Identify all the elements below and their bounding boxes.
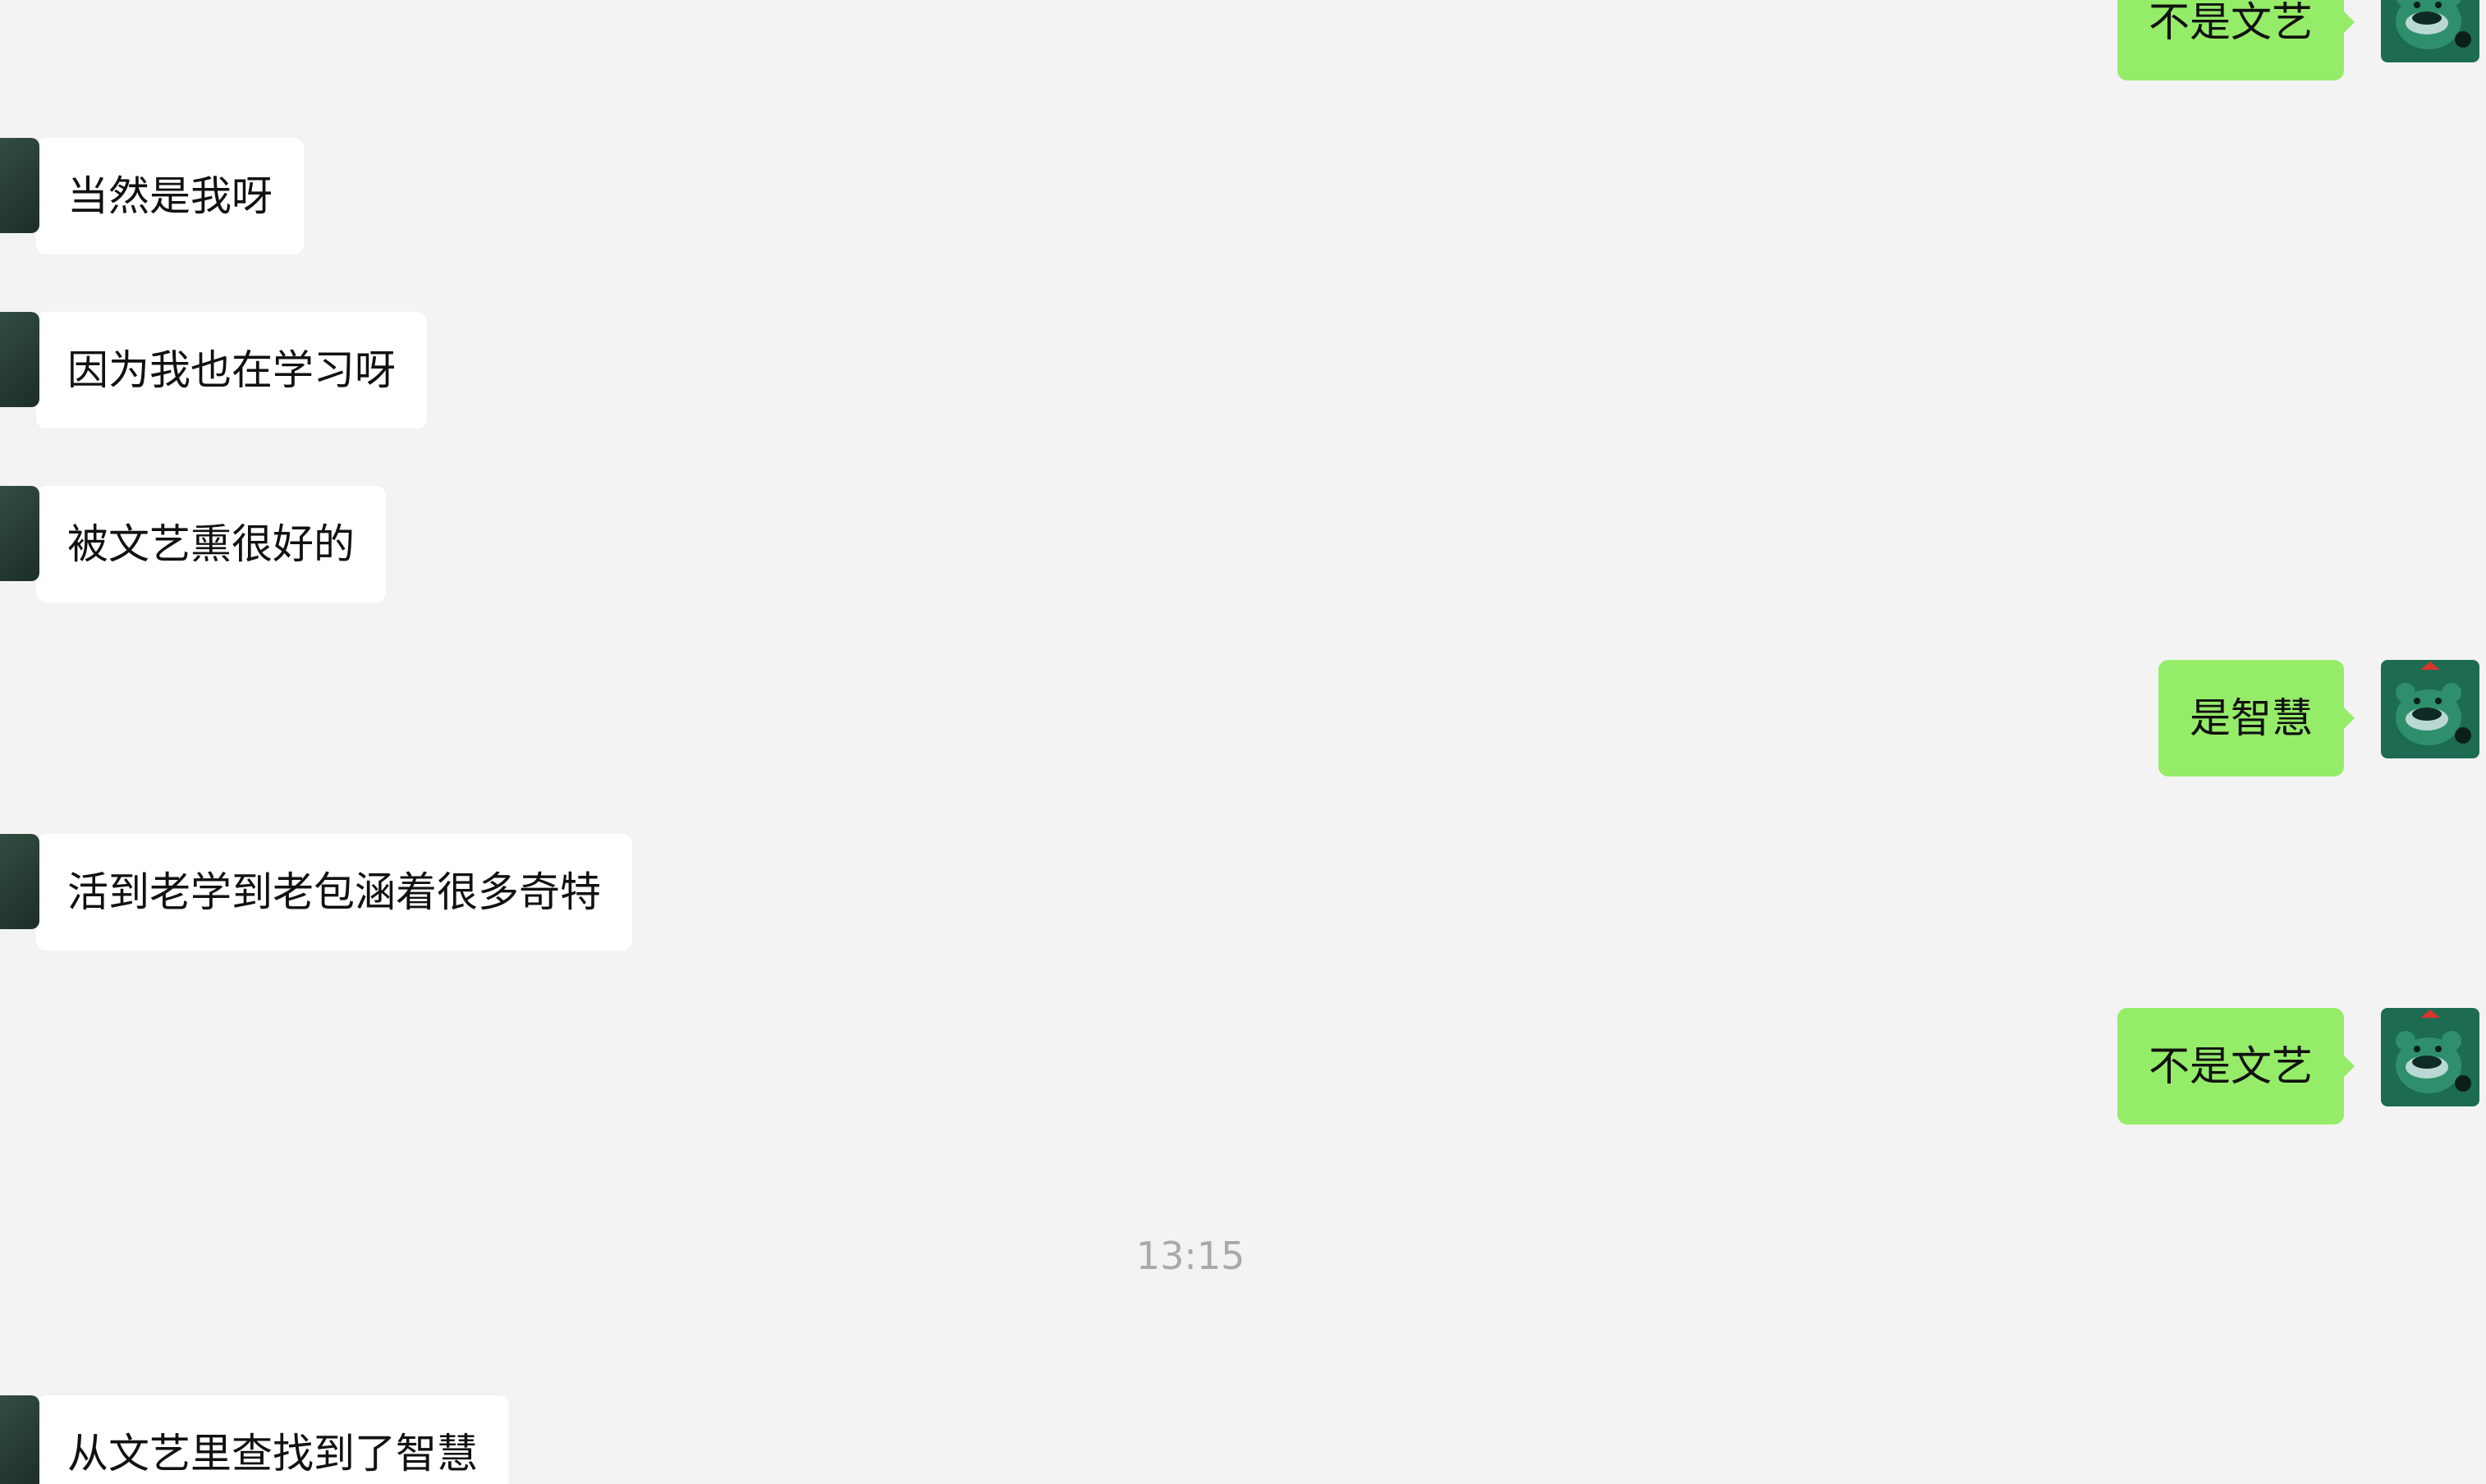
contact-avatar-icon[interactable] [0, 312, 39, 407]
message-text: 不是文艺 [2149, 1042, 2313, 1090]
own-avatar-icon[interactable] [2381, 0, 2479, 62]
message-text: 活到老学到老包涵着很多奇特 [67, 868, 601, 916]
message-text: 不是文艺 [2149, 0, 2313, 46]
message-timestamp: 13:15 [1135, 1234, 1245, 1278]
message-text: 是智慧 [2190, 694, 2313, 742]
contact-avatar-icon[interactable] [0, 138, 39, 233]
outgoing-message-bubble[interactable]: 是智慧 [2158, 660, 2355, 776]
incoming-message-bubble[interactable]: 被文艺熏很好的 [0, 486, 386, 602]
outgoing-message-bubble[interactable]: 不是文艺 [2117, 1008, 2355, 1124]
message-text: 因为我也在学习呀 [67, 346, 396, 394]
incoming-message-bubble[interactable]: 当然是我呀 [0, 138, 304, 254]
message-text: 从文艺里查找到了智慧 [67, 1430, 478, 1477]
incoming-message-bubble[interactable]: 活到老学到老包涵着很多奇特 [0, 834, 632, 950]
chat-message-area: 不是文艺 当然是我呀 因为我也在学习呀 被文艺熏很好的 是智慧 活到老学到老包涵… [0, 0, 2486, 1484]
contact-avatar-icon[interactable] [0, 834, 39, 929]
incoming-message-bubble[interactable]: 从文艺里查找到了智慧 [0, 1395, 509, 1484]
contact-avatar-icon[interactable] [0, 1395, 39, 1484]
own-avatar-icon[interactable] [2381, 660, 2479, 758]
message-text: 当然是我呀 [67, 172, 273, 220]
outgoing-message-bubble[interactable]: 不是文艺 [2117, 0, 2355, 80]
message-text: 被文艺熏很好的 [67, 520, 355, 568]
incoming-message-bubble[interactable]: 因为我也在学习呀 [0, 312, 427, 428]
own-avatar-icon[interactable] [2381, 1008, 2479, 1106]
contact-avatar-icon[interactable] [0, 486, 39, 581]
